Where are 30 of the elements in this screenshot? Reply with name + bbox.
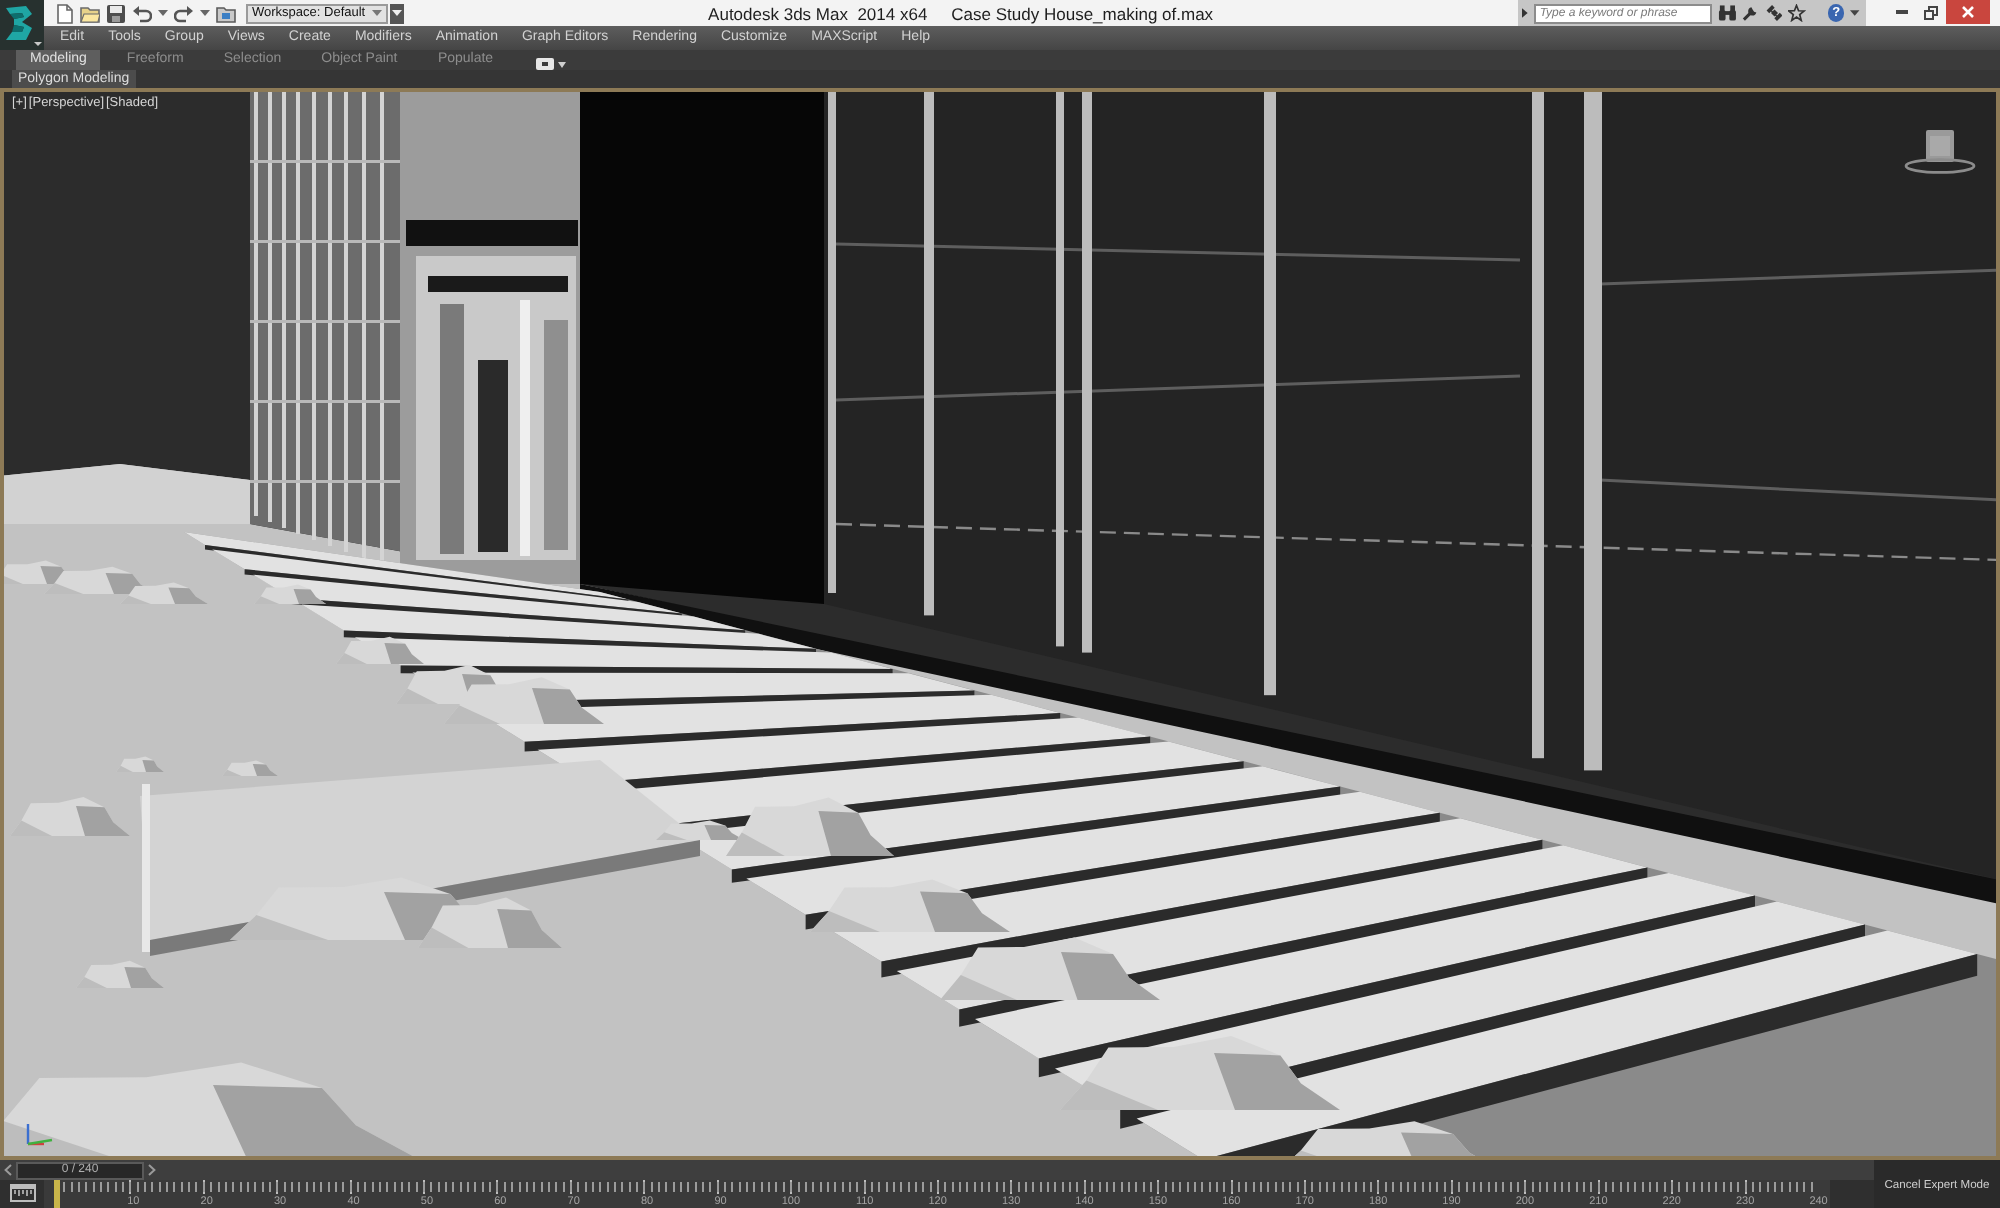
minimize-icon[interactable]: [1895, 10, 1907, 14]
ruler-window-icon[interactable]: [10, 1184, 36, 1202]
binoculars-icon[interactable]: [1717, 4, 1737, 22]
window-icon[interactable]: [535, 58, 554, 70]
restore-icon[interactable]: [1924, 5, 1938, 19]
chevron-right-icon[interactable]: [148, 1164, 156, 1176]
star-icon[interactable]: [1788, 4, 1806, 22]
caret-icon[interactable]: [1850, 10, 1861, 16]
app-title: Autodesk 3ds Max 2014 x64: [708, 3, 928, 23]
workspace-options-button[interactable]: [389, 3, 404, 23]
current-frame-marker[interactable]: [54, 1180, 60, 1208]
close-icon[interactable]: [1962, 6, 1974, 18]
close-button[interactable]: [1946, 0, 1990, 24]
caret-icon[interactable]: [200, 10, 210, 16]
satellite-icon[interactable]: [1765, 4, 1783, 22]
open-folder-icon[interactable]: [80, 3, 100, 23]
save-icon[interactable]: [106, 3, 126, 23]
axis-tripod-icon: [24, 1120, 56, 1148]
app-logo-icon[interactable]: [0, 0, 44, 50]
redo-icon[interactable]: [174, 3, 194, 23]
file-name: Case Study House_making of.max: [951, 3, 1214, 23]
wrench-icon[interactable]: [1742, 4, 1760, 22]
caret-icon[interactable]: [158, 10, 168, 16]
chevron-left-icon[interactable]: [4, 1164, 12, 1176]
ribbon-options-button[interactable]: [531, 58, 570, 70]
project-folder-icon[interactable]: [216, 3, 236, 23]
viewcube-icon[interactable]: [1904, 126, 1976, 178]
undo-icon[interactable]: [132, 3, 152, 23]
new-file-icon[interactable]: [54, 3, 74, 23]
expand-icon[interactable]: [1522, 8, 1528, 18]
